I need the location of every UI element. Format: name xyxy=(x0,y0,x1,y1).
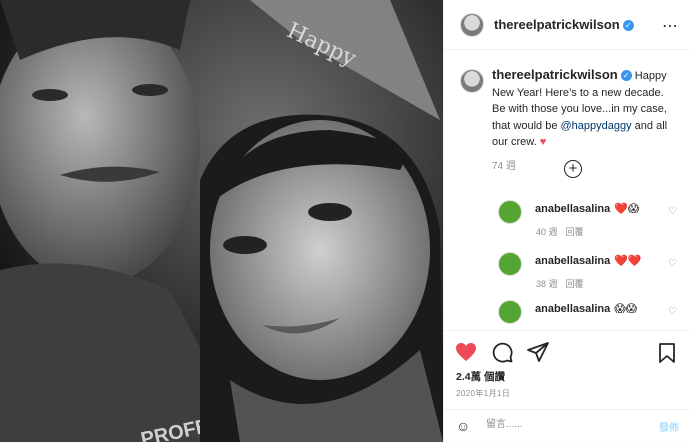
reply-button[interactable]: 回覆 xyxy=(566,279,584,289)
post-photo[interactable]: Happy PROFESSION xyxy=(0,0,443,442)
comment-text: ❤️😱 xyxy=(614,203,640,215)
selfie-photo: Happy PROFESSION xyxy=(0,0,443,442)
like-heart-icon[interactable] xyxy=(454,340,478,364)
caption-mention-link[interactable]: @happydaggy xyxy=(561,120,632,132)
action-buttons xyxy=(454,340,550,364)
comment-like-icon[interactable]: ♡ xyxy=(668,206,677,217)
post-header: thereelpatrickwilson ✓ ⋯ xyxy=(444,0,690,50)
caption-username[interactable]: thereelpatrickwilson xyxy=(492,67,618,82)
comment-line: anabellasalina 😱😱 xyxy=(535,302,637,315)
commenter-username[interactable]: anabellasalina xyxy=(535,203,610,215)
caption-text: thereelpatrickwilson ✓ Happy New Year! He… xyxy=(492,67,680,175)
comment-time: 38 週 xyxy=(536,279,558,289)
add-comment-bar: ☺ 發佈 xyxy=(444,409,690,443)
load-more-comments-icon[interactable]: + xyxy=(564,160,582,178)
comment-line: anabellasalina ❤️❤️ xyxy=(535,254,642,267)
save-bookmark-icon[interactable] xyxy=(655,341,679,365)
emoji-picker-icon[interactable]: ☺ xyxy=(456,418,470,434)
comment-like-icon[interactable]: ♡ xyxy=(668,258,677,269)
commenter-username[interactable]: anabellasalina xyxy=(535,303,610,315)
author-username[interactable]: thereelpatrickwilson xyxy=(494,17,620,32)
comment-time: 40 週 xyxy=(536,227,558,237)
comment-line: anabellasalina ❤️😱 xyxy=(535,202,639,215)
comment-like-icon[interactable]: ♡ xyxy=(668,306,677,317)
commenter-avatar[interactable] xyxy=(498,252,522,276)
comment: anabellasalina ❤️😱 40 週回覆 ♡ xyxy=(460,200,685,246)
reply-button[interactable]: 回覆 xyxy=(566,227,584,237)
more-options-icon[interactable]: ⋯ xyxy=(662,16,679,36)
author-avatar[interactable] xyxy=(460,12,484,37)
comment-meta: 38 週回覆 xyxy=(536,277,584,290)
verified-badge-icon: ✓ xyxy=(620,70,632,81)
comment: anabellasalina ❤️❤️ 38 週回覆 ♡ xyxy=(460,252,685,298)
post-sidebar: thereelpatrickwilson ✓ ⋯ thereelpatrickwi… xyxy=(443,0,690,442)
post-actions: 2.4萬 個讚 2020年1月1日 ☺ 發佈 xyxy=(444,330,690,443)
commenter-avatar[interactable] xyxy=(498,200,522,224)
comment-text: ❤️❤️ xyxy=(614,255,642,267)
caption-avatar[interactable] xyxy=(460,69,484,93)
comment-meta: 40 週回覆 xyxy=(536,225,584,238)
comment-input[interactable] xyxy=(484,418,638,431)
author-name-row: thereelpatrickwilson ✓ xyxy=(494,16,634,34)
comment-bubble-icon[interactable] xyxy=(490,340,514,364)
post-comment-button[interactable]: 發佈 xyxy=(659,419,679,434)
verified-badge-icon: ✓ xyxy=(622,19,634,31)
comment-text: 😱😱 xyxy=(614,303,638,315)
commenter-avatar[interactable] xyxy=(498,300,522,324)
like-count[interactable]: 2.4萬 個讚 xyxy=(456,369,505,384)
share-paper-plane-icon[interactable] xyxy=(526,340,550,364)
commenter-username[interactable]: anabellasalina xyxy=(535,255,610,267)
instagram-post: Happy PROFESSION thereelpatrickwilson✓ xyxy=(0,0,690,442)
post-date: 2020年1月1日 xyxy=(456,389,511,398)
heart-emoji-icon: ♥ xyxy=(539,136,547,148)
caption-time: 74 週 xyxy=(492,160,516,172)
